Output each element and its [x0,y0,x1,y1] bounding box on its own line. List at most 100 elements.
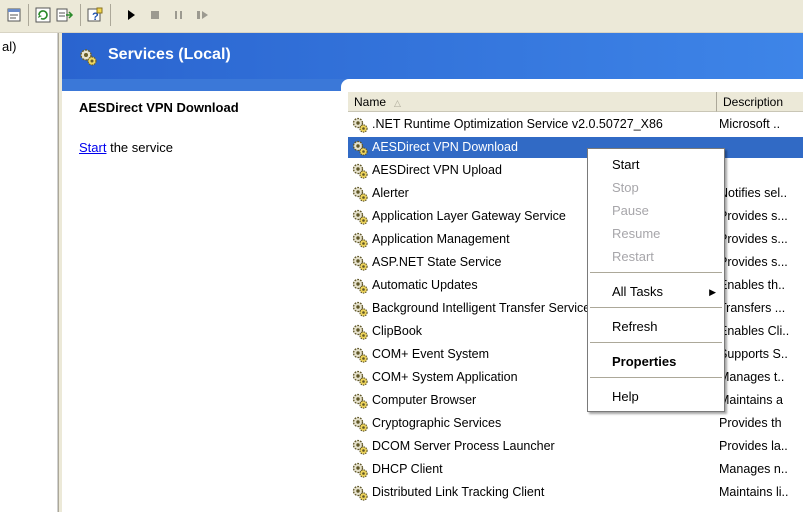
menu-item-start[interactable]: Start [588,154,724,176]
table-row[interactable]: COM+ System Application Manages t.. [341,366,803,389]
table-row[interactable]: Alerter Notifies sel.. [341,182,803,205]
menu-item-properties[interactable]: Properties [588,351,724,373]
service-name-label: Application Management [372,232,510,246]
toolbar-separator [110,4,111,26]
gear-service-icon [351,484,369,502]
table-row[interactable]: DCOM Server Process Launcher Provides la.… [341,435,803,458]
table-row[interactable]: ClipBook Enables Cli.. [341,320,803,343]
gear-service-icon [351,369,369,387]
help-icon[interactable]: ? [86,6,104,24]
service-name-label: DHCP Client [372,462,443,476]
service-name-label: .NET Runtime Optimization Service v2.0.5… [372,117,663,131]
gear-service-icon [78,47,98,67]
table-row[interactable]: .NET Runtime Optimization Service v2.0.5… [341,113,803,136]
properties-icon[interactable] [6,6,24,24]
sort-ascending-icon: △ [394,98,401,108]
gear-service-icon [351,185,369,203]
table-row[interactable]: Distributed Link Tracking Client Maintain… [341,481,803,504]
start-service-link[interactable]: Start [79,140,106,155]
toolbar: ? [0,0,803,33]
table-row[interactable]: Computer Browser Maintains a [341,389,803,412]
toolbar-separator [28,4,29,26]
services-header-band: Services (Local) [62,33,803,79]
service-description-cell: Provides s... [719,209,788,223]
services-list-pane: Name △ Description .NET Runtime Optimizat… [341,79,803,512]
table-row[interactable]: Background Intelligent Transfer Service T… [341,297,803,320]
column-header-description[interactable]: Description [717,92,803,112]
menu-item-resume[interactable]: Resume [588,223,724,245]
gear-service-icon [351,231,369,249]
service-name-label: Cryptographic Services [372,416,502,430]
service-name-label: AESDirect VPN Download [372,140,518,154]
gear-service-icon [351,438,369,456]
service-name-cell[interactable]: Distributed Link Tracking Client [348,482,717,503]
selected-service-title: AESDirect VPN Download [79,100,239,115]
table-row[interactable]: AESDirect VPN Upload [341,159,803,182]
gear-service-icon [351,300,369,318]
service-name-cell[interactable]: DCOM Server Process Launcher [348,436,717,457]
service-name-cell[interactable]: .NET Runtime Optimization Service v2.0.5… [348,114,717,135]
selection-highlight [717,137,803,158]
menu-item-restart[interactable]: Restart [588,246,724,268]
gear-service-icon [351,116,369,134]
service-description-cell: Microsoft .. [719,117,781,131]
stop-icon[interactable] [146,6,164,24]
table-row[interactable]: COM+ Event System Supports S.. [341,343,803,366]
menu-separator [590,307,722,308]
service-description-cell: Transfers ... [719,301,786,315]
table-row[interactable]: Automatic Updates Enables th.. [341,274,803,297]
pause-icon[interactable] [170,6,188,24]
menu-separator [590,272,722,273]
menu-item-refresh[interactable]: Refresh [588,316,724,338]
service-description-cell: Notifies sel.. [719,186,788,200]
table-row[interactable]: Cryptographic Services Provides th [341,412,803,435]
service-name-label: Background Intelligent Transfer Service [372,301,591,315]
service-name-label: Automatic Updates [372,278,478,292]
column-header-name[interactable]: Name △ [348,92,717,112]
gear-service-icon [351,346,369,364]
tree-node-label[interactable]: al) [2,39,16,54]
menu-item-all-tasks[interactable]: All Tasks ▶ [588,281,724,303]
service-name-label: COM+ System Application [372,370,518,384]
table-row[interactable]: AESDirect VPN Download [341,136,803,159]
services-list: .NET Runtime Optimization Service v2.0.5… [341,113,803,504]
service-action-suffix: the service [106,140,173,155]
gear-service-icon [351,254,369,272]
service-description-cell: Manages n.. [719,462,788,476]
menu-item-help[interactable]: Help [588,386,724,408]
table-row[interactable]: Application Management Provides s... [341,228,803,251]
service-name-cell[interactable]: Cryptographic Services [348,413,717,434]
gear-service-icon [351,162,369,180]
gear-service-icon [351,139,369,157]
service-name-label: ClipBook [372,324,423,338]
context-menu: Start Stop Pause Resume Restart All Task… [587,148,725,412]
menu-item-all-tasks-label: All Tasks [612,284,664,299]
menu-item-pause[interactable]: Pause [588,200,724,222]
service-description-pane: AESDirect VPN Download Start the service [62,91,341,512]
console-tree-pane: al) [0,33,58,512]
table-row[interactable]: ASP.NET State Service Provides s... [341,251,803,274]
gear-service-icon [351,277,369,295]
service-name-label: AESDirect VPN Upload [372,163,502,177]
service-description-cell: Maintains a [719,393,783,407]
restart-icon[interactable] [194,6,212,24]
service-description-cell: Supports S.. [719,347,788,361]
service-description-cell: Manages t.. [719,370,785,384]
refresh-icon[interactable] [34,6,52,24]
table-row[interactable]: DHCP Client Manages n.. [341,458,803,481]
service-description-cell: Provides th [719,416,782,430]
play-icon[interactable] [122,6,140,24]
export-list-icon[interactable] [56,6,74,24]
page-title: Services (Local) [108,46,231,63]
menu-separator [590,342,722,343]
toolbar-separator [80,4,81,26]
service-description-cell: Provides la.. [719,439,788,453]
service-description-cell: Provides s... [719,232,788,246]
column-header-name-label: Name [354,95,387,109]
service-action-line: Start the service [79,140,173,155]
service-name-label: Alerter [372,186,409,200]
table-row[interactable]: Application Layer Gateway Service Provide… [341,205,803,228]
menu-item-stop[interactable]: Stop [588,177,724,199]
gear-service-icon [351,323,369,341]
service-name-cell[interactable]: DHCP Client [348,459,717,480]
